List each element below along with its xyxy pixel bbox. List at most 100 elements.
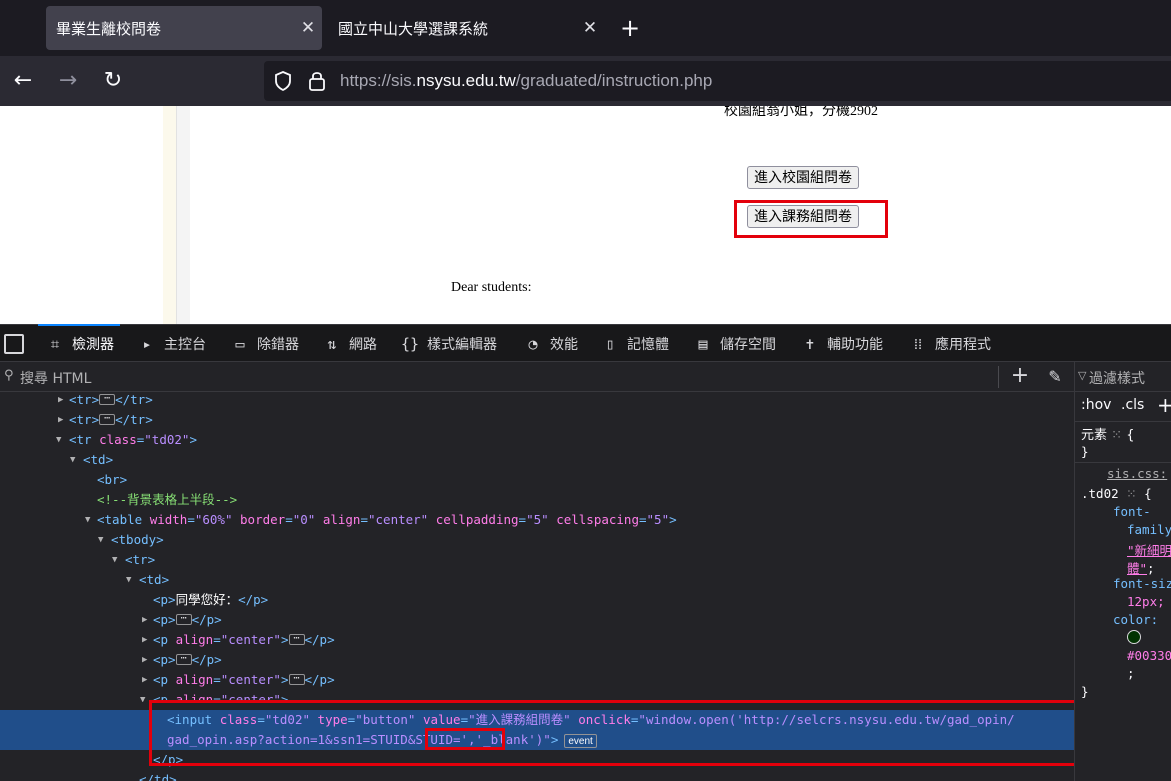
divider xyxy=(998,366,999,388)
html-search-bar: ⚲ 搜尋 HTML + ✎ xyxy=(0,362,1074,392)
url-path: /graduated/instruction.php xyxy=(515,71,713,90)
tree-node[interactable]: ▼ <table width="60%" border="0" align="ce… xyxy=(0,510,1074,530)
tab-memory[interactable]: ▯ 記憶體 xyxy=(599,325,669,362)
accessibility-person-icon: ✝ xyxy=(805,334,815,353)
color-swatch-icon[interactable] xyxy=(1127,630,1141,644)
property-value[interactable]: 體"; xyxy=(1127,558,1155,577)
close-icon[interactable]: ✕ xyxy=(294,18,322,38)
url-bar[interactable]: https://sis.nsysu.edu.tw/graduated/instr… xyxy=(264,61,1171,101)
tab-inspector[interactable]: ⌗ 檢測器 xyxy=(38,324,120,362)
add-node-plus-icon[interactable]: + xyxy=(1009,364,1031,388)
navigation-toolbar: ← → ↻ https://sis.nsysu.edu.tw/graduated… xyxy=(0,56,1171,106)
tree-node[interactable]: ▼ <td> xyxy=(0,570,1074,590)
tab-style-editor[interactable]: {} 樣式編輯器 xyxy=(399,325,497,362)
page-left-margin xyxy=(0,106,176,324)
property-value[interactable]: 12px; xyxy=(1127,594,1165,609)
property-name[interactable]: color: xyxy=(1113,612,1158,627)
braces-icon: {} xyxy=(400,334,420,353)
tab-label: 主控台 xyxy=(164,336,206,353)
page-border xyxy=(176,106,190,324)
reload-icon[interactable]: ↻ xyxy=(99,67,127,95)
tab-title: 國立中山大學選課系統 xyxy=(338,19,489,38)
cls-toggle[interactable]: .cls xyxy=(1121,397,1144,413)
property-value[interactable]: #00330 xyxy=(1127,648,1171,663)
page-background-stripe xyxy=(163,106,176,324)
property-value[interactable]: "新細明 xyxy=(1127,540,1171,559)
filter-styles-bar: ▽ 過濾樣式 xyxy=(1075,362,1171,392)
storage-icon: ▤ xyxy=(698,334,708,353)
tree-node[interactable]: <!--背景表格上半段--> xyxy=(0,490,1074,510)
tree-node[interactable]: ▶ <p align="center"> ⋯ </p> xyxy=(0,630,1074,650)
element-picker-icon[interactable] xyxy=(4,334,24,354)
inspector-icon: ⌗ xyxy=(50,334,60,353)
gauge-icon: ◔ xyxy=(528,334,538,353)
add-rule-plus-icon[interactable]: + xyxy=(1157,393,1171,417)
forward-arrow-icon[interactable]: → xyxy=(54,67,82,95)
campus-survey-button[interactable]: 進入校園組問卷 xyxy=(747,166,859,189)
rule-close-brace: } xyxy=(1081,684,1089,699)
property-name[interactable]: font-siz xyxy=(1113,576,1171,591)
tree-node[interactable]: ▶ <p align="center"> ⋯ </p> xyxy=(0,670,1074,690)
tab-label: 除錯器 xyxy=(257,336,299,353)
annotation-highlight-box xyxy=(734,200,888,238)
semicolon: ; xyxy=(1127,666,1135,681)
tab-storage[interactable]: ▤ 儲存空間 xyxy=(692,325,776,362)
tab-title: 畢業生離校問卷 xyxy=(56,19,162,38)
rule-selector: .td02 xyxy=(1081,486,1119,501)
tab-course-system[interactable]: 國立中山大學選課系統 ✕ xyxy=(328,6,604,50)
lock-icon[interactable] xyxy=(308,70,326,92)
tree-node[interactable]: ▶ <tr> ⋯ </tr> xyxy=(0,410,1074,430)
tab-performance[interactable]: ◔ 效能 xyxy=(522,325,578,362)
tab-network[interactable]: ⇅ 網路 xyxy=(321,325,377,362)
tab-strip: 畢業生離校問卷 ✕ 國立中山大學選課系統 ✕ + xyxy=(0,0,1171,56)
property-name[interactable]: font- xyxy=(1113,504,1151,519)
rule-close-brace: } xyxy=(1081,444,1089,459)
stylesheet-link[interactable]: sis.css: xyxy=(1107,466,1167,481)
shield-icon[interactable] xyxy=(274,71,292,91)
grid-icon: ⁞⁞ xyxy=(913,334,923,353)
console-icon: ▸ xyxy=(142,334,152,353)
annotation-highlight-box xyxy=(425,728,505,750)
tab-console[interactable]: ▸ 主控台 xyxy=(136,325,206,362)
tab-application[interactable]: ⁞⁞ 應用程式 xyxy=(907,325,991,362)
network-icon: ⇅ xyxy=(327,334,337,353)
annotation-highlight-box xyxy=(149,700,1074,766)
tab-debugger[interactable]: ▭ 除錯器 xyxy=(229,325,299,362)
greeting-text: Dear students: xyxy=(451,280,532,295)
tree-node[interactable]: ▶ <p> ⋯ </p> xyxy=(0,610,1074,630)
pseudo-class-bar: :hov .cls + xyxy=(1075,392,1171,422)
tab-label: 儲存空間 xyxy=(720,336,776,353)
tab-label: 記憶體 xyxy=(627,336,669,353)
back-arrow-icon[interactable]: ← xyxy=(9,67,37,95)
tab-graduate-survey[interactable]: 畢業生離校問卷 ✕ xyxy=(46,6,322,50)
tree-node[interactable]: ▼ <td> xyxy=(0,450,1074,470)
eyedropper-icon[interactable]: ✎ xyxy=(1044,365,1066,389)
property-name[interactable]: family xyxy=(1127,522,1171,537)
url-text[interactable]: https://sis.nsysu.edu.tw/graduated/instr… xyxy=(340,71,712,91)
tree-node[interactable]: </td> xyxy=(0,770,1074,781)
tree-node[interactable]: <br> xyxy=(0,470,1074,490)
tree-node[interactable]: ▶ <tr> ⋯ </tr> xyxy=(0,392,1074,410)
url-prefix: https://sis. xyxy=(340,71,417,90)
tab-label: 網路 xyxy=(349,336,377,353)
divider xyxy=(1075,462,1171,463)
devtools-toolbar: ⌗ 檢測器 ▸ 主控台 ▭ 除錯器 ⇅ 網路 {} 樣式編輯器 ◔ 效能 ▯ 記憶體 ▤ 儲存空… xyxy=(0,324,1171,362)
filter-funnel-icon: ▽ xyxy=(1078,369,1087,382)
url-domain: nsysu.edu.tw xyxy=(416,71,516,90)
tab-accessibility[interactable]: ✝ 輔助功能 xyxy=(799,325,883,362)
tree-node[interactable]: ▼ <tbody> xyxy=(0,530,1074,550)
new-tab-plus-icon[interactable]: + xyxy=(616,14,644,42)
tree-node[interactable]: <p>同學您好：</p> xyxy=(0,590,1074,610)
close-icon[interactable]: ✕ xyxy=(576,18,604,38)
filter-styles-input[interactable]: 過濾樣式 xyxy=(1089,368,1145,388)
tab-label: 效能 xyxy=(550,336,578,353)
tree-node[interactable]: ▼ <tr> xyxy=(0,550,1074,570)
markup-tree-panel[interactable]: ▶ <tr> ⋯ </tr> ▶ <tr> ⋯ </tr> ▼ <tr class="td02… xyxy=(0,392,1074,781)
tab-label: 輔助功能 xyxy=(827,336,883,353)
tree-node[interactable]: ▼ <tr class="td02"> xyxy=(0,430,1074,450)
tree-node[interactable]: ▶ <p> ⋯ </p> xyxy=(0,650,1074,670)
search-html-input[interactable]: 搜尋 HTML xyxy=(20,368,91,388)
rules-sidebar: ▽ 過濾樣式 :hov .cls + 元素 ⁙ { } sis.css: .td… xyxy=(1074,362,1171,781)
tab-label: 應用程式 xyxy=(935,336,991,353)
hov-toggle[interactable]: :hov xyxy=(1081,397,1111,413)
